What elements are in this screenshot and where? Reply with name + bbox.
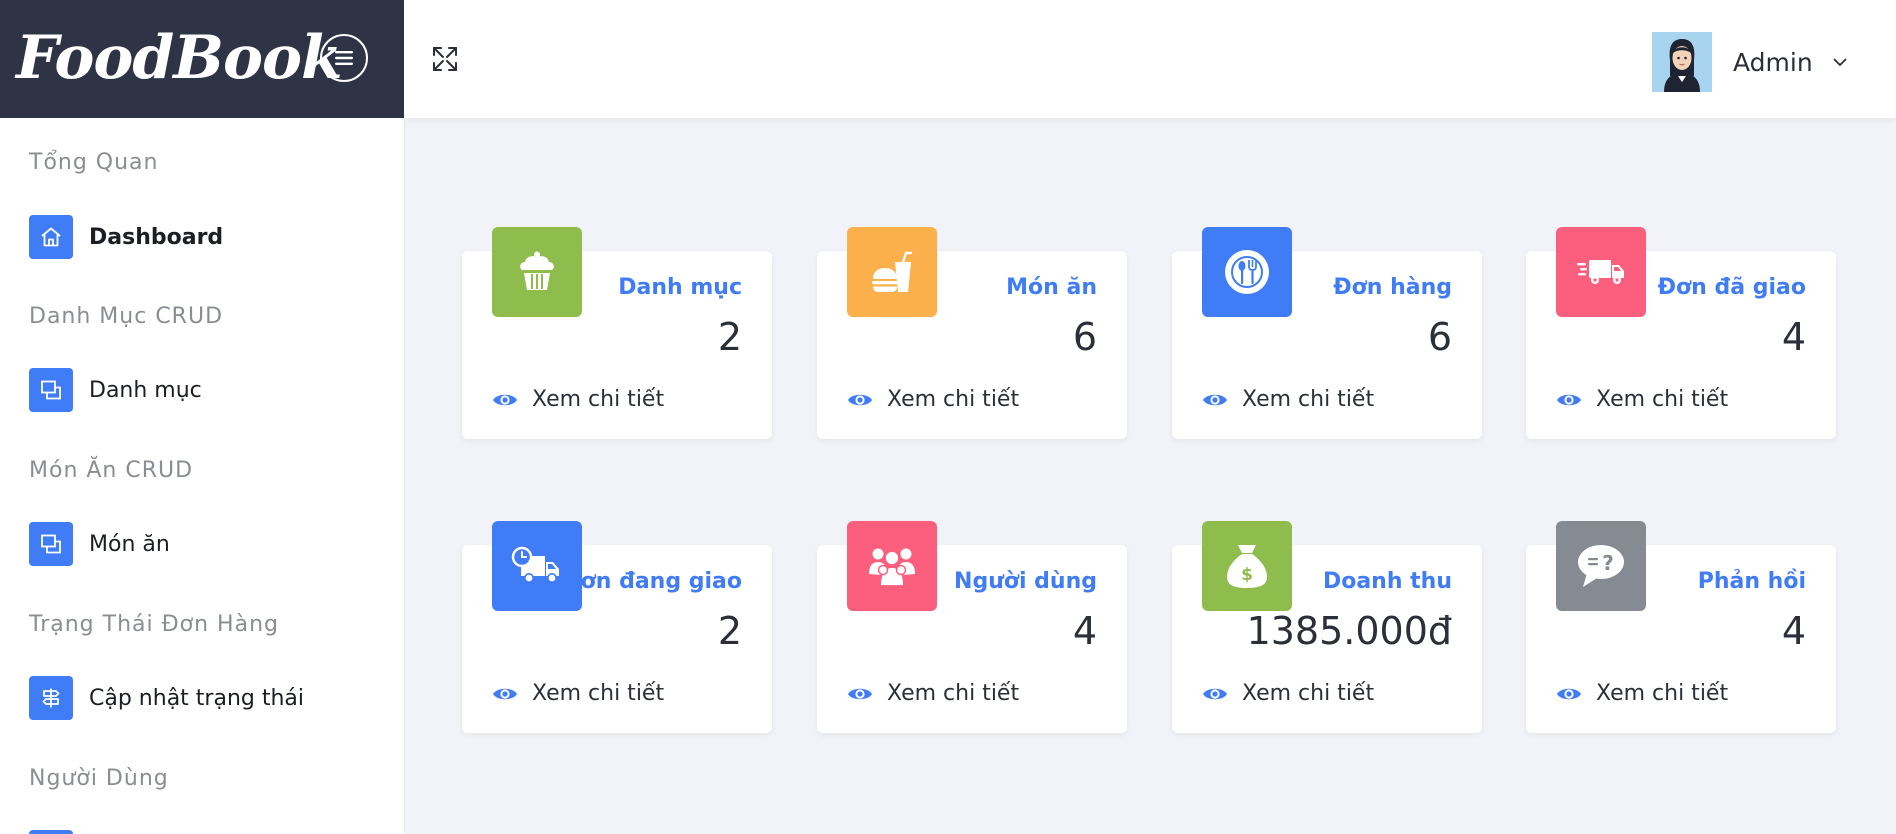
sidebar-item-danh-muc[interactable]: Danh mục <box>29 368 202 412</box>
fullscreen-toggle-button[interactable] <box>430 44 460 74</box>
stat-card-don-da-giao: Đơn đã giao 4 Xem chi tiết <box>1526 227 1836 439</box>
sidebar-item-dashboard[interactable]: Dashboard <box>29 215 223 259</box>
nav-section-title: Tổng Quan <box>29 150 159 175</box>
stat-card-mon-an: Món ăn 6 Xem chi tiết <box>817 227 1127 439</box>
eye-icon <box>848 394 872 405</box>
card-title: Phản hồi <box>1697 569 1806 594</box>
eye-icon <box>1203 394 1227 405</box>
card-value: 6 <box>1427 315 1452 359</box>
card-title: Danh mục <box>618 275 742 300</box>
eye-icon <box>1203 688 1227 699</box>
eye-icon <box>1557 688 1581 699</box>
nav-section-title: Danh Mục CRUD <box>29 304 224 329</box>
stat-card-danh-muc: Danh mục 2 Xem chi tiết <box>462 227 772 439</box>
sidebar-item-label: Cập nhật trạng thái <box>89 685 305 711</box>
windows-icon <box>29 522 73 566</box>
svg-text:?: ? <box>1602 551 1614 575</box>
users-group-icon <box>847 521 937 611</box>
nav-section-title: Người Dùng <box>29 766 169 791</box>
user-menu[interactable]: Admin <box>1652 32 1849 92</box>
stat-card-nguoi-dung: Người dùng 4 Xem chi tiết <box>817 521 1127 733</box>
view-details-label: Xem chi tiết <box>532 681 665 706</box>
plate-cutlery-icon <box>1202 227 1292 317</box>
view-details-label: Xem chi tiết <box>1242 681 1375 706</box>
card-title: Doanh thu <box>1322 569 1452 594</box>
view-details-label: Xem chi tiết <box>1242 387 1375 412</box>
card-value: 6 <box>1072 315 1097 359</box>
card-value: 2 <box>717 609 742 653</box>
card-value: 4 <box>1072 609 1097 653</box>
delivery-truck-icon <box>1556 227 1646 317</box>
card-title: Món ăn <box>1006 275 1097 300</box>
view-details-link[interactable]: Xem chi tiết <box>1202 681 1374 706</box>
view-details-link[interactable]: Xem chi tiết <box>1556 387 1728 412</box>
view-details-link[interactable]: Xem chi tiết <box>847 681 1019 706</box>
card-title: Đơn đã giao <box>1657 275 1806 300</box>
signpost-icon <box>29 676 73 720</box>
sidebar-item-nguoi-dung[interactable] <box>29 830 73 834</box>
view-details-link[interactable]: Xem chi tiết <box>1556 681 1728 706</box>
sidebar-item-cap-nhat-trang-thai[interactable]: Cập nhật trạng thái <box>29 676 304 720</box>
eye-icon <box>493 394 517 405</box>
sidebar-item-label: Món ăn <box>89 531 170 557</box>
avatar[interactable] <box>1652 32 1712 92</box>
sidebar: FoodBook Tổng Quan Dashboard Danh Mục CR… <box>0 0 405 834</box>
view-details-link[interactable]: Xem chi tiết <box>492 387 664 412</box>
sidebar-item-mon-an[interactable]: Món ăn <box>29 522 170 566</box>
sidebar-item-label: Dashboard <box>89 224 224 250</box>
stat-card-doanh-thu: $ Doanh thu 1385.000đ Xem chi tiết <box>1172 521 1482 733</box>
windows-icon <box>29 368 73 412</box>
burger-drink-icon <box>847 227 937 317</box>
eye-icon <box>848 688 872 699</box>
view-details-label: Xem chi tiết <box>1596 681 1729 706</box>
brand-logo[interactable]: FoodBook <box>16 22 343 94</box>
view-details-link[interactable]: Xem chi tiết <box>847 387 1019 412</box>
hamburger-icon <box>335 51 353 65</box>
view-details-label: Xem chi tiết <box>532 387 665 412</box>
sidebar-item-label: Danh mục <box>89 377 202 403</box>
card-title: Đơn đang giao <box>562 569 742 594</box>
stat-card-phan-hoi: ? Phản hồi 4 Xem chi tiết <box>1526 521 1836 733</box>
top-bar: Admin <box>404 0 1896 118</box>
menu-toggle-button[interactable] <box>320 34 368 82</box>
feedback-bubble-icon: ? <box>1556 521 1646 611</box>
card-value: 1385.000đ <box>1246 609 1452 653</box>
home-icon <box>29 215 73 259</box>
chevron-down-icon <box>1833 58 1847 66</box>
cupcake-icon <box>492 227 582 317</box>
card-title: Đơn hàng <box>1333 275 1452 300</box>
money-bag-icon: $ <box>1202 521 1292 611</box>
view-details-link[interactable]: Xem chi tiết <box>1202 387 1374 412</box>
nav-section-title: Món Ăn CRUD <box>29 458 194 483</box>
view-details-label: Xem chi tiết <box>1596 387 1729 412</box>
view-details-label: Xem chi tiết <box>887 681 1020 706</box>
brand-bar: FoodBook <box>0 0 404 118</box>
card-title: Người dùng <box>954 569 1097 594</box>
card-value: 2 <box>717 315 742 359</box>
truck-clock-icon <box>492 521 582 611</box>
users-icon <box>29 830 73 834</box>
view-details-label: Xem chi tiết <box>887 387 1020 412</box>
eye-icon <box>493 688 517 699</box>
svg-text:$: $ <box>1241 565 1253 585</box>
user-name: Admin <box>1733 47 1813 77</box>
stat-card-don-dang-giao: Đơn đang giao 2 Xem chi tiết <box>462 521 772 733</box>
view-details-link[interactable]: Xem chi tiết <box>492 681 664 706</box>
stat-card-don-hang: Đơn hàng 6 Xem chi tiết <box>1172 227 1482 439</box>
eye-icon <box>1557 394 1581 405</box>
card-value: 4 <box>1781 315 1806 359</box>
nav-section-title: Trạng Thái Đơn Hàng <box>29 612 279 637</box>
card-value: 4 <box>1781 609 1806 653</box>
expand-icon <box>433 47 457 71</box>
